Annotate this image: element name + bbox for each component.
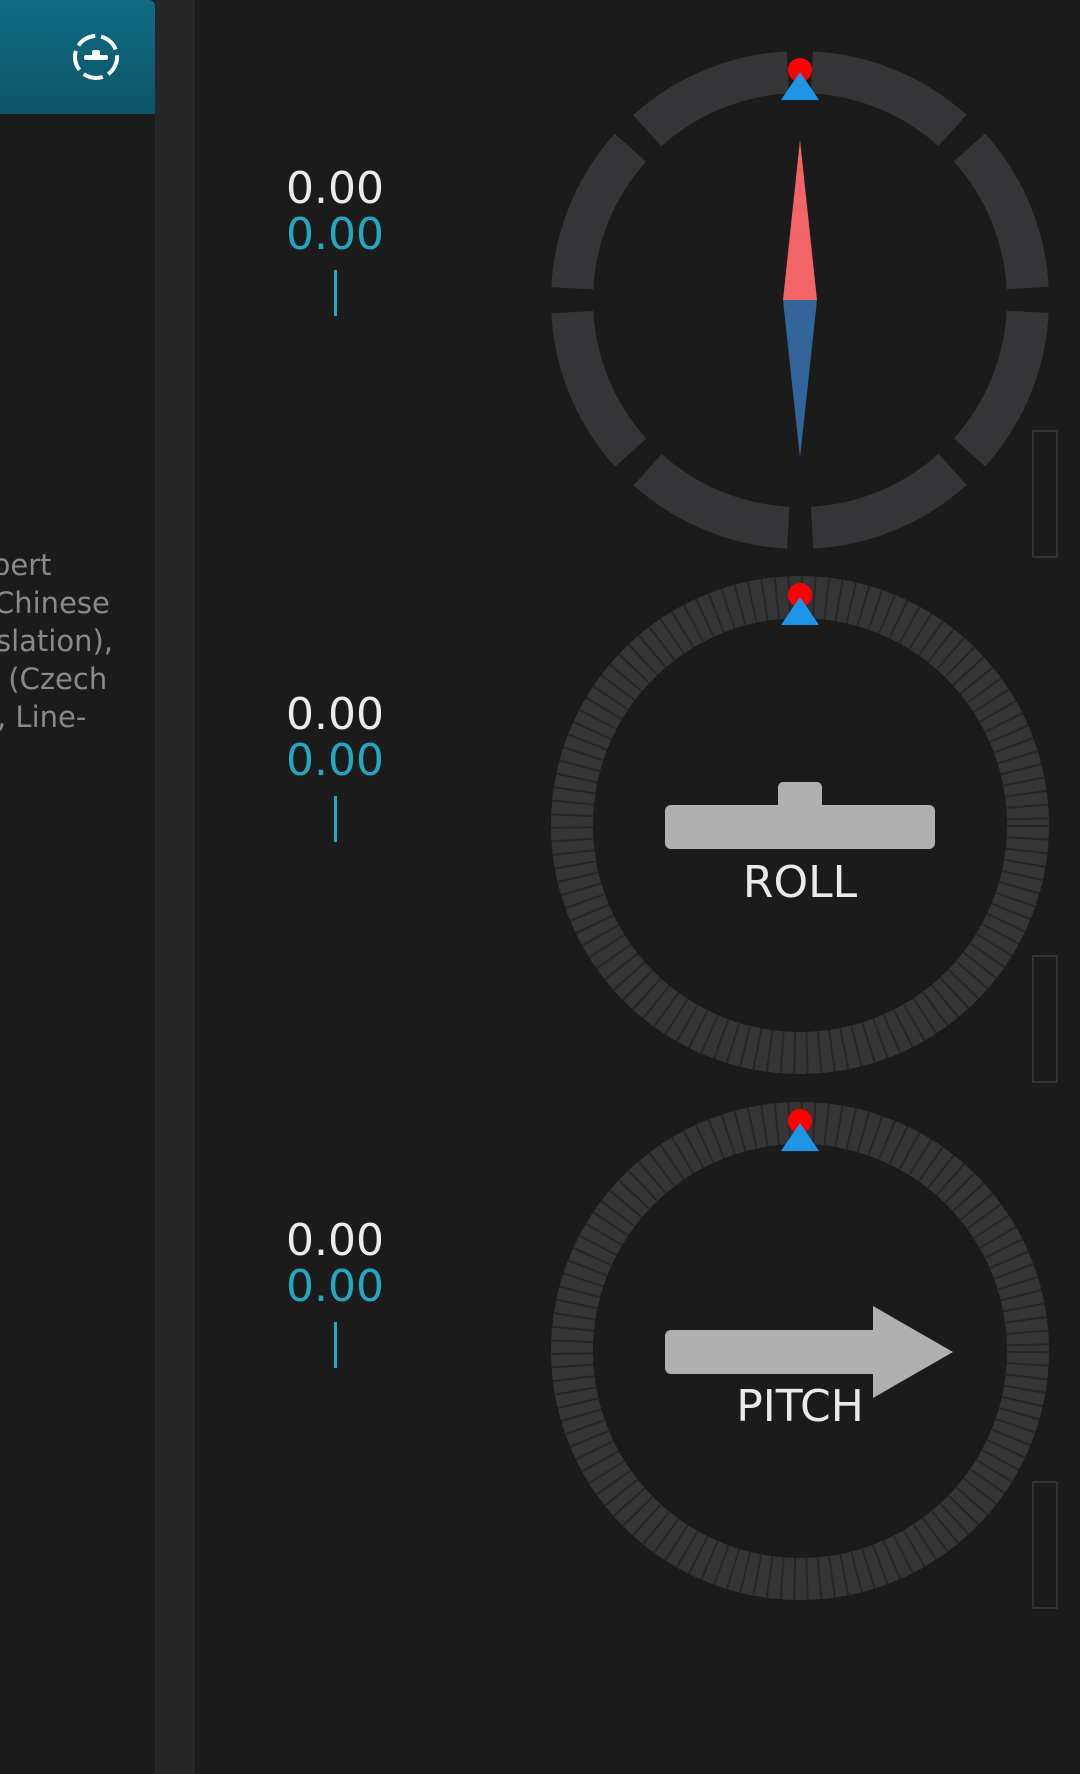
pitch-raw-value: 0.00 — [286, 1261, 384, 1312]
credits-line: Chinese — [0, 586, 110, 620]
pitch-level-bar — [1032, 1481, 1058, 1609]
heading-readout: 0.00 0.00 — [270, 166, 400, 316]
heading-indicator-tick — [333, 270, 337, 316]
target-disc-icon[interactable] — [70, 31, 122, 83]
roll-readout: 0.00 0.00 — [270, 692, 400, 842]
roll-level-bar — [1032, 955, 1058, 1083]
drawer-scrim-divider — [155, 0, 195, 1774]
credits-text: bert Chinese slation), l (Czech , Line- — [0, 546, 150, 736]
drawer-header — [0, 0, 155, 114]
credits-line: slation), — [0, 624, 114, 658]
roll-level-icon — [665, 805, 935, 849]
compass-dial-graphic — [551, 51, 1049, 549]
roll-dial-graphic — [551, 576, 1049, 1074]
credits-line: l (Czech — [0, 662, 108, 696]
credits-line: bert — [0, 548, 52, 582]
compass-dial[interactable] — [540, 40, 1060, 560]
pitch-indicator-tick — [333, 1322, 337, 1368]
pitch-dial[interactable]: PITCH — [540, 1091, 1060, 1611]
heading-raw-value: 0.00 — [286, 209, 384, 260]
pitch-readout: 0.00 0.00 — [270, 1218, 400, 1368]
roll-label: ROLL — [742, 857, 858, 908]
compass-needle-south — [783, 300, 817, 458]
navigation-drawer: bert Chinese slation), l (Czech , Line- — [0, 0, 155, 1774]
roll-raw-value: 0.00 — [286, 735, 384, 786]
roll-indicator-tick — [333, 796, 337, 842]
credits-line: , Line- — [0, 700, 87, 734]
pitch-label: PITCH — [736, 1381, 864, 1432]
compass-needle-north — [783, 140, 817, 300]
heading-value: 0.00 — [286, 163, 384, 214]
roll-dial[interactable]: ROLL — [540, 565, 1060, 1085]
heading-level-bar — [1032, 430, 1058, 558]
pitch-value: 0.00 — [286, 1215, 384, 1266]
pitch-dial-graphic — [551, 1102, 1049, 1600]
roll-value: 0.00 — [286, 689, 384, 740]
